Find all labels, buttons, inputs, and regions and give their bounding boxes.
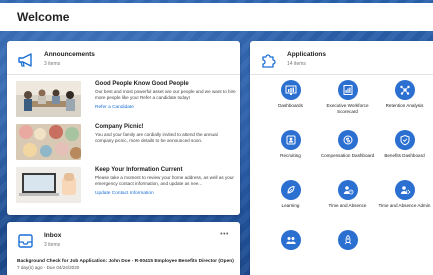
inbox-item[interactable]: Background Check for Job Application: Jo… — [17, 259, 237, 270]
announcement-body: You and your family are cordially invite… — [95, 132, 218, 143]
inbox-count: 3 items — [44, 242, 61, 248]
announcement-title[interactable]: Keep Your Information Current — [95, 167, 236, 173]
announcements-header: Announcements 3 items — [7, 41, 240, 68]
app-learning[interactable]: Learning — [263, 180, 318, 209]
app-label: Recruiting — [280, 153, 301, 158]
app-executive-workforce-scorecard[interactable]: Executive Workforce Scorecard — [320, 80, 375, 114]
applications-card: Applications 14 items Dashboards Executi… — [250, 41, 433, 275]
app-label: Executive Workforce Scorecard — [326, 103, 369, 114]
more-options-icon[interactable]: ••• — [220, 231, 229, 238]
rocket-icon — [337, 230, 358, 250]
inbox-header: Inbox 3 items — [7, 222, 240, 249]
page-title: Welcome — [17, 10, 70, 24]
people-icon — [280, 230, 301, 250]
app-time-and-absence[interactable]: Time and Absence — [320, 180, 375, 209]
puzzle-icon — [262, 54, 276, 68]
inbox-item-title[interactable]: Background Check for Job Application: Jo… — [17, 259, 237, 264]
announcements-count: 3 items — [44, 61, 61, 67]
welcome-header: Welcome — [0, 3, 433, 31]
app-rocket[interactable] — [320, 230, 375, 253]
announcement-item: Company Picnic! You and your family are … — [16, 124, 236, 164]
announcement-text: Company Picnic! You and your family are … — [95, 124, 236, 144]
person-gear-icon — [394, 180, 415, 200]
learning-icon — [280, 180, 301, 200]
announcement-image-picnic[interactable] — [16, 124, 81, 160]
compensation-icon — [337, 130, 358, 150]
announcement-item: Good People Know Good People Our best an… — [16, 81, 236, 121]
announcement-image-meeting[interactable] — [16, 81, 81, 117]
announcement-text: Good People Know Good People Our best an… — [95, 81, 236, 110]
announcements-title[interactable]: Announcements — [44, 51, 95, 58]
scorecard-icon — [337, 80, 358, 100]
app-people[interactable] — [263, 230, 318, 253]
app-label: Time and Absence — [328, 203, 367, 208]
divider — [250, 74, 433, 75]
shield-icon — [394, 130, 415, 150]
applications-count: 14 items — [287, 61, 306, 67]
announcement-body: Our best and most powerful asset are our… — [95, 89, 236, 100]
inbox-card: Inbox 3 items ••• Background Check for J… — [7, 222, 240, 275]
person-clock-icon — [337, 180, 358, 200]
app-time-and-absence-admin[interactable]: Time and Absence Admin — [377, 180, 432, 209]
applications-title[interactable]: Applications — [287, 51, 326, 58]
app-benefits-dashboard[interactable]: Benefits Dashboard — [377, 130, 432, 159]
app-label: Compensation Dashboard — [320, 153, 375, 158]
announcement-body: Please take a moment to review your home… — [95, 175, 234, 186]
megaphone-icon — [18, 53, 32, 67]
applications-header: Applications 14 items — [250, 41, 433, 68]
app-label: Dashboards — [278, 103, 303, 108]
app-retention-analysis[interactable]: Retention Analysis — [377, 80, 432, 109]
id-card-icon — [280, 130, 301, 150]
app-recruiting[interactable]: Recruiting — [263, 130, 318, 159]
announcement-title[interactable]: Good People Know Good People — [95, 81, 236, 87]
announcement-title[interactable]: Company Picnic! — [95, 124, 236, 130]
app-label: Learning — [281, 203, 300, 208]
announcement-image-laptop[interactable] — [16, 167, 81, 203]
network-icon — [394, 80, 415, 100]
announcement-text: Keep Your Information Current Please tak… — [95, 167, 236, 196]
inbox-title[interactable]: Inbox — [44, 232, 61, 239]
refer-candidate-link[interactable]: Refer a Candidate — [95, 105, 236, 110]
app-label: Time and Absence Admin — [378, 203, 431, 208]
app-dashboards[interactable]: Dashboards — [263, 80, 318, 109]
divider — [7, 74, 240, 75]
app-label: Benefits Dashboard — [384, 153, 425, 158]
inbox-icon — [18, 234, 33, 248]
update-contact-link[interactable]: Update Contact Information — [95, 191, 236, 196]
inbox-item-meta: 7 day(s) ago - Due 04/24/2020 — [17, 265, 80, 270]
app-label: Retention Analysis — [385, 103, 424, 108]
announcements-card: Announcements 3 items Good People Know G… — [7, 41, 240, 215]
dashboard-icon — [280, 80, 301, 100]
app-compensation-dashboard[interactable]: Compensation Dashboard — [320, 130, 375, 159]
announcement-item: Keep Your Information Current Please tak… — [16, 167, 236, 207]
